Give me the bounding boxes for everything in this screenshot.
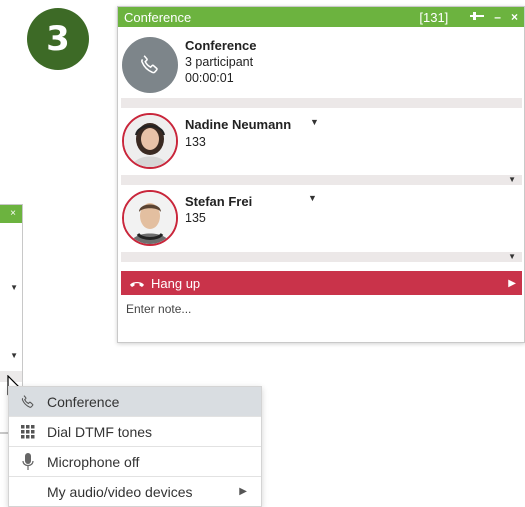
menu-item-conference[interactable]: Conference — [9, 387, 261, 416]
hang-up-button[interactable]: Hang up ▶ — [121, 271, 522, 295]
menu-item-dtmf[interactable]: Dial DTMF tones — [9, 417, 261, 446]
menu-item-label: Microphone off — [47, 453, 140, 470]
phone-icon — [9, 393, 47, 411]
participant-menu-arrow-icon[interactable]: ▼ — [310, 117, 319, 127]
avatar — [122, 190, 178, 246]
chevron-right-icon: ▶ — [508, 277, 516, 289]
menu-item-audio-video-devices[interactable]: My audio/video devices ▶ — [9, 477, 261, 506]
background-window-titlebar: × — [0, 205, 22, 223]
participant-menu-arrow-icon[interactable]: ▼ — [308, 193, 317, 203]
extension-label: [131] — [419, 9, 449, 25]
close-icon[interactable]: × — [511, 10, 518, 24]
menu-item-microphone-off[interactable]: Microphone off — [9, 447, 261, 476]
conference-name: Conference — [185, 38, 257, 53]
phone-icon — [141, 55, 158, 74]
context-menu: Conference Dial DTMF tones Microphone of… — [8, 386, 262, 507]
expand-arrow-icon[interactable]: ▼ — [508, 175, 516, 185]
minimize-icon[interactable]: – — [494, 10, 501, 24]
dropdown-arrow-icon[interactable]: ▼ — [10, 283, 18, 292]
hang-up-label: Hang up — [151, 275, 201, 291]
dialpad-icon — [9, 424, 47, 439]
window-title: Conference — [124, 9, 192, 25]
conference-window: Conference [131] – × Conference 3 partic… — [117, 6, 525, 343]
dropdown-arrow-icon[interactable]: ▼ — [10, 351, 18, 360]
chevron-right-icon: ▶ — [239, 486, 247, 497]
close-icon[interactable]: × — [10, 208, 16, 219]
conference-avatar — [122, 37, 178, 93]
menu-item-label: Dial DTMF tones — [47, 423, 153, 440]
participant-name: Stefan Frei — [185, 194, 253, 209]
call-duration: 00:00:01 — [185, 71, 234, 85]
expand-arrow-icon[interactable]: ▼ — [508, 252, 516, 262]
avatar — [122, 113, 178, 169]
separator: ▼ — [121, 175, 522, 185]
menu-item-label: My audio/video devices — [47, 483, 193, 500]
participant-count: 3 participant — [185, 55, 254, 69]
participant-number: 133 — [185, 135, 206, 149]
separator: ▼ — [121, 252, 522, 262]
participant-name: Nadine Neumann — [185, 117, 292, 132]
hang-up-icon — [130, 282, 144, 287]
note-input[interactable]: Enter note... — [121, 296, 522, 342]
pin-icon[interactable] — [470, 10, 485, 24]
separator — [121, 98, 522, 108]
divider — [0, 432, 8, 433]
participant-number: 135 — [185, 211, 206, 225]
menu-item-label: Conference — [47, 393, 120, 410]
step-badge: 3 — [27, 8, 89, 70]
microphone-icon — [9, 452, 47, 471]
window-titlebar: Conference [131] – × — [118, 7, 524, 27]
